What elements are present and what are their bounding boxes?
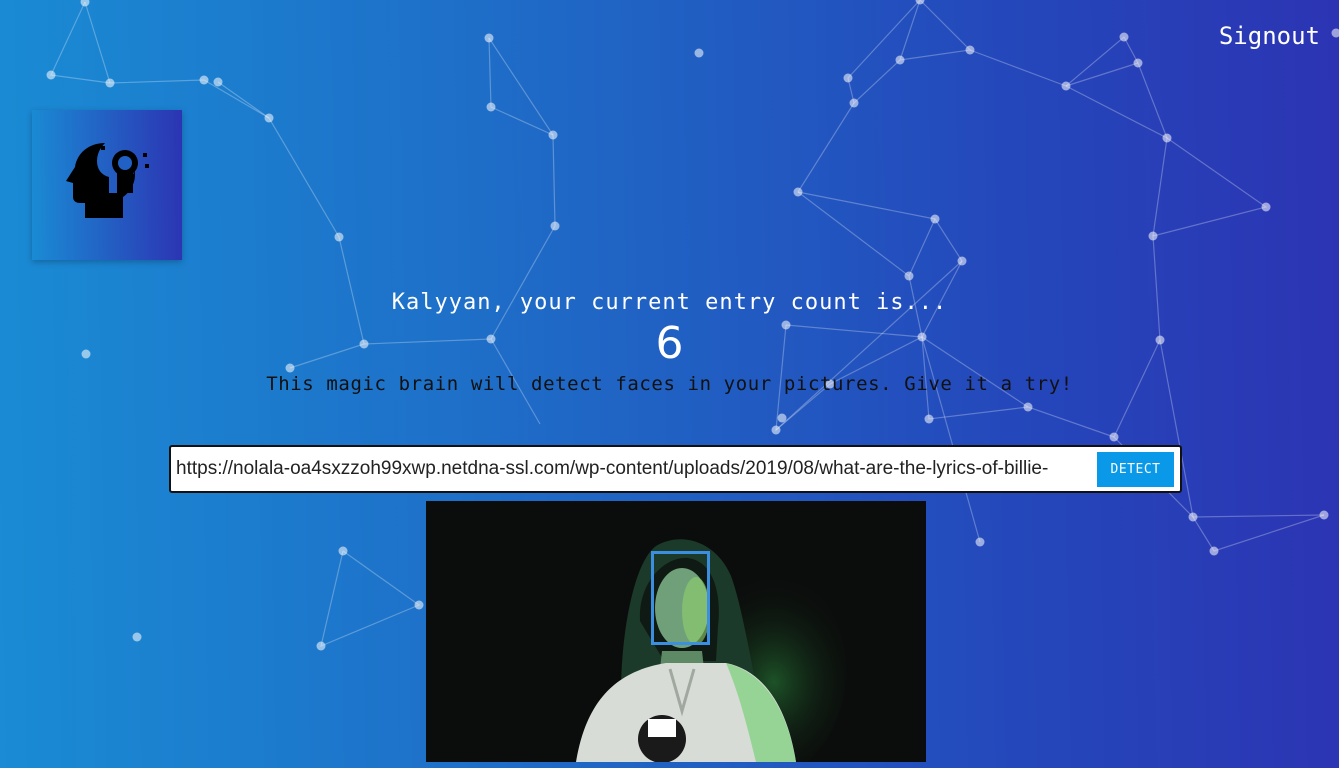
- brain-head-icon: [66, 143, 149, 218]
- entry-count-value: 6: [655, 318, 684, 369]
- face-bounding-box: [651, 551, 710, 645]
- entry-count-message: Kalyyan, your current entry count is...: [391, 290, 948, 315]
- face-detection-image: [426, 501, 926, 762]
- signout-link[interactable]: Signout: [1219, 22, 1320, 50]
- intro-text: This magic brain will detect faces in yo…: [266, 373, 1073, 395]
- image-url-input[interactable]: [176, 453, 1094, 485]
- image-url-form: DETECT: [169, 445, 1182, 493]
- logo: [32, 110, 182, 260]
- detect-button[interactable]: DETECT: [1097, 452, 1174, 487]
